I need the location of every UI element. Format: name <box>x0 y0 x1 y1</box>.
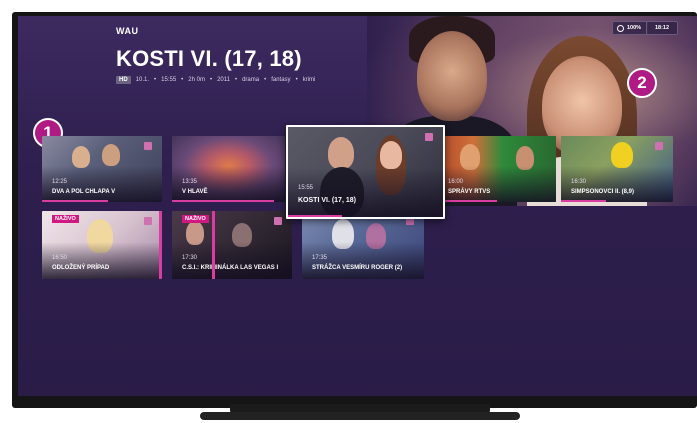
meta-time: 15:55 <box>161 77 177 83</box>
tile-progress <box>42 200 108 202</box>
tile-progress <box>172 200 274 202</box>
tile-flag-icon <box>274 217 282 225</box>
tile-flag-icon <box>144 217 152 225</box>
tile-time: 12:25 <box>52 179 68 185</box>
meta-sep: • <box>154 77 157 83</box>
meta-sep: • <box>209 77 213 83</box>
meta-duration: 2h 0m <box>188 77 205 83</box>
program-tile[interactable]: 16:00 SPRÁVY RTVS <box>438 136 556 202</box>
program-tile[interactable]: 17:35 STRÁŽCA VESMÍRU ROGER (2) <box>302 211 424 279</box>
tile-time: 15:55 <box>298 185 314 191</box>
tile-title: V HLAVĚ <box>182 189 208 195</box>
tile-title: SPRÁVY RTVS <box>448 189 491 195</box>
tile-progress <box>438 200 497 202</box>
tile-title: C.S.I.: KRIMINÁLKA LAS VEGAS I <box>182 265 279 271</box>
tile-flag-icon <box>144 142 152 150</box>
tv-stand-base <box>200 412 520 420</box>
live-badge: NAŽIVO <box>52 215 79 223</box>
tile-title: DVA A POL CHLAPA V <box>52 189 116 195</box>
tile-shade <box>288 167 443 217</box>
tile-time: 13:35 <box>182 179 198 185</box>
tile-flag-icon <box>655 142 663 150</box>
tile-time: 17:30 <box>182 255 198 261</box>
callout-badge-2: 2 <box>627 68 657 98</box>
meta-sep: • <box>295 77 298 83</box>
tile-progress <box>561 200 606 202</box>
meta-sep: • <box>234 77 238 83</box>
program-tile[interactable]: NAŽIVO 17:30 C.S.I.: KRIMINÁLKA LAS VEGA… <box>172 211 292 279</box>
clock: 18:12 <box>646 21 678 35</box>
tile-title: KOSTI VI. (17, 18) <box>298 197 356 204</box>
program-tile-selected[interactable]: 15:55 KOSTI VI. (17, 18) <box>286 125 445 219</box>
battery-status: 100% <box>612 21 648 35</box>
program-tile[interactable]: 16:30 SIMPSONOVCI II. (8,9) <box>561 136 673 202</box>
program-tile[interactable]: 12:25 DVA A POL CHLAPA V <box>42 136 162 202</box>
clock-value: 18:12 <box>654 25 670 31</box>
tile-time: 16:00 <box>448 179 464 185</box>
tile-time: 16:30 <box>571 179 587 185</box>
meta-genre: fantasy <box>271 77 291 83</box>
program-tile[interactable]: NAŽIVO 16:50 ODLOŽENÝ PRÍPAD <box>42 211 162 279</box>
meta-year: 2011 <box>217 77 230 83</box>
tile-title: ODLOŽENÝ PRÍPAD <box>52 265 110 271</box>
meta-date: 10.1. <box>135 77 150 83</box>
tile-progress-edge <box>212 211 215 279</box>
tile-time: 16:50 <box>52 255 68 261</box>
meta-sep: • <box>264 77 267 83</box>
hero-figure-man-face <box>417 31 487 121</box>
tile-title: SIMPSONOVCI II. (8,9) <box>571 189 635 195</box>
tile-time: 17:35 <box>312 255 328 261</box>
hd-badge: HD <box>116 76 131 84</box>
tile-title: STRÁŽCA VESMÍRU ROGER (2) <box>312 265 403 271</box>
tile-flag-icon <box>425 133 433 141</box>
channel-logo: WAU <box>116 26 139 36</box>
tile-progress <box>288 215 343 217</box>
meta-sep: • <box>181 77 184 83</box>
tile-progress-edge <box>159 211 162 279</box>
meta-genre: krimi <box>302 77 316 83</box>
live-badge: NAŽIVO <box>182 215 209 223</box>
program-meta: HD 10.1. • 15:55 • 2h 0m • 2011 • drama … <box>116 76 315 84</box>
battery-ring-icon <box>617 24 624 32</box>
program-tile[interactable]: 13:35 V HLAVĚ <box>172 136 285 202</box>
program-title: KOSTI VI. (17, 18) <box>116 46 302 71</box>
battery-value: 100% <box>627 25 642 31</box>
meta-genre: drama <box>242 77 260 83</box>
